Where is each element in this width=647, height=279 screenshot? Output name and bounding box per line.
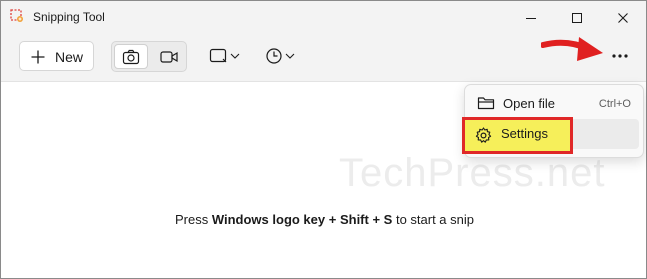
window-title: Snipping Tool	[33, 10, 105, 24]
delay-dropdown[interactable]	[265, 43, 297, 69]
new-button[interactable]: New	[19, 41, 94, 71]
snipping-tool-window: Snipping Tool New TechPress.net Press Wi…	[0, 0, 647, 279]
chevron-down-icon	[230, 53, 240, 59]
red-arrow-annotation-icon	[541, 37, 603, 61]
menu-item-open-file[interactable]: Open file Ctrl+O	[469, 88, 639, 118]
menu-item-shortcut: Ctrl+O	[598, 98, 631, 110]
close-icon	[618, 12, 628, 23]
close-button[interactable]	[600, 1, 646, 34]
snip-shape-dropdown[interactable]	[209, 43, 241, 69]
maximize-icon	[572, 12, 582, 23]
hint-key-shift: Shift	[339, 212, 369, 227]
more-ellipsis-icon	[612, 54, 628, 58]
menu-item-label: Open file	[503, 96, 556, 111]
folder-icon	[477, 97, 495, 110]
hint-key-windows: Windows logo key	[211, 212, 326, 227]
capture-mode-toggle	[111, 41, 187, 72]
snipping-tool-app-icon	[10, 9, 23, 22]
title-bar: Snipping Tool	[1, 1, 646, 34]
rectangle-snip-icon	[209, 48, 227, 63]
menu-item-label: Settings	[501, 126, 548, 141]
see-more-button[interactable]	[607, 44, 633, 68]
gear-icon	[475, 127, 492, 143]
plus-icon	[31, 50, 45, 64]
chevron-down-icon	[285, 53, 295, 59]
hint-plus-2: +	[368, 212, 384, 227]
new-button-label: New	[55, 49, 84, 65]
hint-prefix: Press	[175, 212, 212, 227]
video-camera-icon	[160, 50, 178, 63]
snip-mode-button[interactable]	[114, 44, 148, 69]
snip-hint-text: Press Windows logo key + Shift + S to st…	[1, 212, 647, 227]
hint-plus-1: +	[325, 212, 340, 227]
maximize-button[interactable]	[554, 1, 600, 34]
clock-icon	[266, 48, 282, 64]
hint-suffix: to start a snip	[392, 212, 474, 227]
menu-item-settings[interactable]: Settings	[465, 120, 570, 151]
minimize-icon	[526, 17, 536, 19]
record-mode-button[interactable]	[152, 44, 186, 69]
camera-icon	[122, 49, 140, 64]
minimize-button[interactable]	[508, 1, 554, 34]
